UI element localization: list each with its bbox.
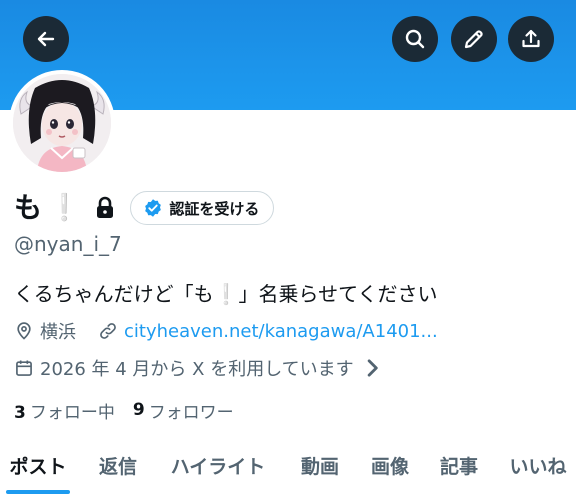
avatar-image xyxy=(13,74,111,172)
bio-emoji: ❕ xyxy=(213,282,239,306)
pencil-icon xyxy=(464,30,483,49)
tab-label: ハイライト xyxy=(170,455,266,478)
location-text: 横浜 xyxy=(40,322,76,343)
tab-label: いいね xyxy=(509,455,567,478)
tab-posts[interactable]: ポスト xyxy=(6,442,70,494)
get-verified-label: 認証を受ける xyxy=(169,199,260,218)
tab-highlights[interactable]: ハイライト xyxy=(165,442,271,488)
tab-label: ポスト xyxy=(9,455,67,478)
search-icon xyxy=(405,29,425,49)
tab-label: 返信 xyxy=(98,455,137,478)
tab-articles[interactable]: 記事 xyxy=(435,442,483,488)
tab-videos[interactable]: 動画 xyxy=(296,442,344,488)
website-link[interactable]: cityheaven.net/kanagawa/A1401... xyxy=(124,321,438,342)
join-date-text: 2026 年 4 月から X を利用しています xyxy=(40,359,354,380)
link-icon xyxy=(100,323,116,339)
followers-count: 9 xyxy=(132,400,145,420)
tab-label: 画像 xyxy=(370,455,409,478)
edit-button[interactable] xyxy=(451,16,497,62)
followers-label: フォロワー xyxy=(148,402,234,423)
share-button[interactable] xyxy=(508,16,554,62)
location-pin-icon xyxy=(17,322,31,340)
back-button[interactable] xyxy=(23,16,69,62)
search-button[interactable] xyxy=(392,16,438,62)
bio-text-start: くるちゃんだけど「も xyxy=(14,282,214,306)
share-icon xyxy=(522,29,540,48)
tab-label: 動画 xyxy=(300,455,339,478)
get-verified-button[interactable]: 認証を受ける xyxy=(130,191,275,225)
profile-tabs: ポスト 返信 ハイライト 動画 画像 記事 いいね xyxy=(0,442,576,495)
bio: くるちゃんだけど「も❕」名乗らせてください xyxy=(14,279,438,309)
active-tab-indicator xyxy=(6,490,70,494)
following-label: フォロー中 xyxy=(29,402,115,423)
name-row: も ❕ 認証を受ける xyxy=(14,190,275,226)
calendar-icon xyxy=(16,360,32,376)
username-handle: @nyan_i_7 xyxy=(14,232,122,256)
followers-link[interactable]: 9 フォロワー xyxy=(133,398,234,423)
name-emoji: ❕ xyxy=(48,193,81,223)
display-name: も xyxy=(14,191,43,224)
following-link[interactable]: 3 フォロー中 xyxy=(14,398,115,423)
join-date-row[interactable]: 2026 年 4 月から X を利用しています xyxy=(14,353,382,383)
avatar[interactable] xyxy=(9,70,115,176)
tab-images[interactable]: 画像 xyxy=(366,442,414,488)
following-count: 3 xyxy=(14,402,26,423)
verified-badge-icon xyxy=(145,199,162,217)
tab-label: 記事 xyxy=(439,455,478,478)
tab-replies[interactable]: 返信 xyxy=(95,442,141,488)
lock-icon xyxy=(94,196,116,220)
bio-text-end: 」名乗らせてください xyxy=(238,282,438,306)
tab-likes[interactable]: いいね xyxy=(505,442,571,488)
arrow-left-icon xyxy=(37,31,55,47)
chevron-right-icon xyxy=(367,359,378,377)
profile-meta: 横浜 cityheaven.net/kanagawa/A1401... xyxy=(14,316,438,346)
follow-stats: 3 フォロー中 9 フォロワー xyxy=(14,396,234,424)
